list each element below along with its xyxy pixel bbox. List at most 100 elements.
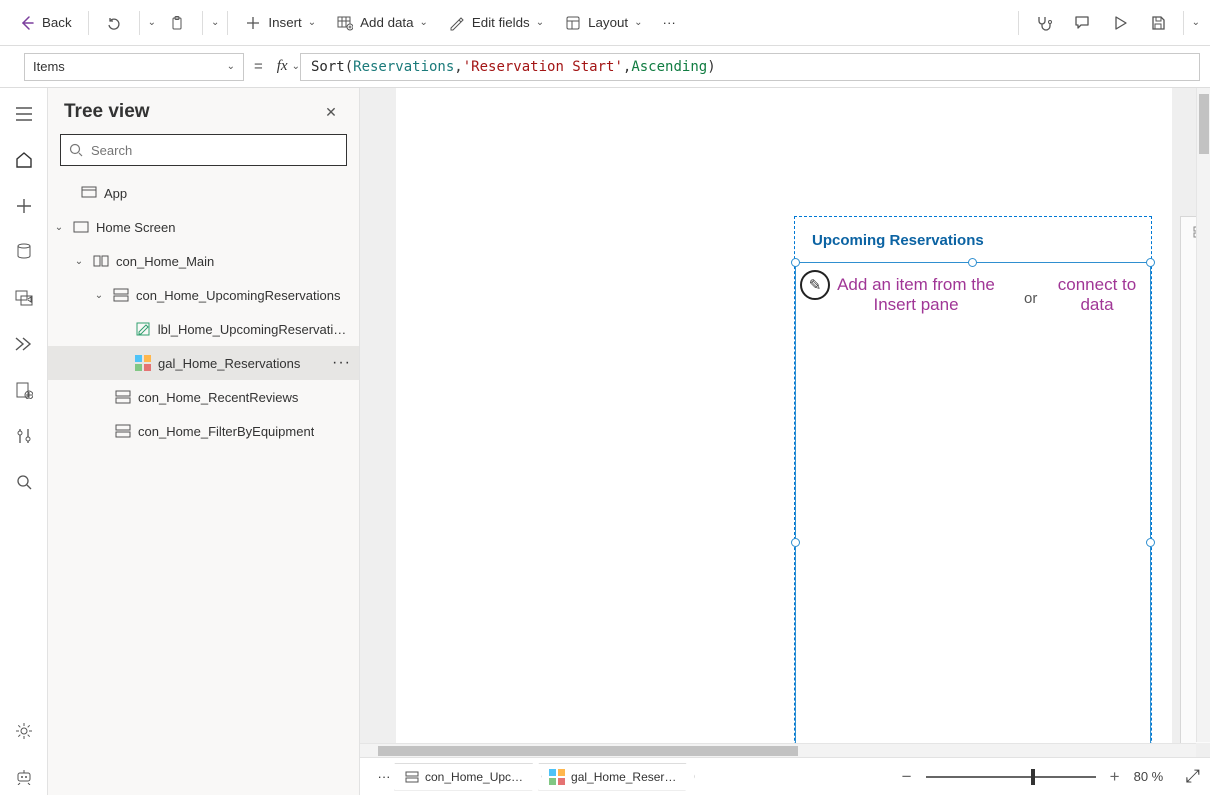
save-button[interactable] — [1141, 7, 1175, 39]
container-icon — [114, 388, 132, 406]
edit-fields-label: Edit fields — [472, 15, 530, 30]
layout-button[interactable]: Layout ⌄ — [556, 7, 650, 39]
resize-handle[interactable] — [791, 538, 800, 547]
close-panel-button[interactable]: ✕ — [319, 100, 343, 124]
tree-item-con-filter[interactable]: con_Home_FilterByEquipment — [48, 414, 359, 448]
zoom-slider[interactable] — [926, 776, 1096, 778]
canvas-area: Upcoming Reservations ✎ Add an item from… — [360, 88, 1210, 795]
tree-item-label: con_Home_FilterByEquipment — [138, 424, 314, 439]
more-icon[interactable]: ··· — [332, 354, 351, 372]
variables-button[interactable] — [6, 372, 42, 408]
chevron-down-icon: ⌄ — [634, 17, 642, 28]
stethoscope-icon — [1035, 14, 1053, 32]
chevron-down-icon: ⌄ — [52, 222, 66, 233]
more-menu-button[interactable]: ··· — [655, 7, 684, 39]
back-label: Back — [42, 15, 72, 30]
plus-icon — [244, 14, 262, 32]
save-icon — [1149, 14, 1167, 32]
preview-button[interactable] — [1103, 7, 1137, 39]
virtual-agent-button[interactable] — [6, 759, 42, 795]
app-icon — [80, 184, 98, 202]
label-icon — [134, 320, 152, 338]
container-icon — [112, 286, 130, 304]
tree-search-box[interactable] — [60, 134, 347, 166]
back-button[interactable]: Back — [10, 7, 80, 39]
media-pane-button[interactable] — [6, 280, 42, 316]
breadcrumb-item[interactable]: gal_Home_Reser… — [538, 763, 695, 791]
horizontal-scrollbar[interactable] — [360, 743, 1196, 757]
health-check-button[interactable] — [1027, 7, 1061, 39]
edit-fields-button[interactable]: Edit fields ⌄ — [440, 7, 552, 39]
comment-icon — [1073, 14, 1091, 32]
data-grid-icon — [336, 14, 354, 32]
left-rail — [0, 88, 48, 795]
layout-icon — [564, 14, 582, 32]
add-data-label: Add data — [360, 15, 413, 30]
search-pane-button[interactable] — [6, 464, 42, 500]
tree-item-con-upcoming[interactable]: ⌄ con_Home_UpcomingReservations — [48, 278, 359, 312]
hamburger-button[interactable] — [6, 96, 42, 132]
zoom-in-button[interactable]: + — [1106, 767, 1124, 787]
tree-item-con-recent[interactable]: con_Home_RecentReviews — [48, 380, 359, 414]
settings-button[interactable] — [6, 713, 42, 749]
data-pane-button[interactable] — [6, 234, 42, 270]
top-toolbar: Back ⌄ ⌄ Insert ⌄ Add data ⌄ Edit fields… — [0, 0, 1210, 46]
layout-label: Layout — [588, 15, 628, 30]
canvas-viewport[interactable]: Upcoming Reservations ✎ Add an item from… — [360, 88, 1210, 743]
chevron-down-icon: ⌄ — [92, 290, 106, 301]
advanced-tools-button[interactable] — [6, 418, 42, 454]
breadcrumb-label: con_Home_Upc… — [425, 770, 523, 784]
insert-pane-button[interactable] — [6, 188, 42, 224]
formula-input[interactable]: Sort(Reservations, 'Reservation Start', … — [300, 53, 1200, 81]
tree-item-lbl-upcoming[interactable]: lbl_Home_UpcomingReservations — [48, 312, 359, 346]
tree-item-label: App — [104, 186, 127, 201]
breadcrumb-more-button[interactable]: ··· — [370, 769, 398, 784]
status-bar: ··· con_Home_Upc… gal_Home_Reser… − + 80… — [360, 757, 1210, 795]
resize-handle[interactable] — [791, 258, 800, 267]
connect-data-link[interactable]: connect to data — [1050, 275, 1144, 315]
tree-item-gal-reservations[interactable]: gal_Home_Reservations ··· — [48, 346, 359, 380]
gallery-icon — [134, 354, 152, 372]
property-dropdown[interactable]: Items ⌄ — [24, 53, 244, 81]
tree-item-home-screen[interactable]: ⌄ Home Screen — [48, 210, 359, 244]
tree-title: Tree view — [64, 101, 150, 123]
tree-item-label: con_Home_RecentReviews — [138, 390, 298, 405]
vertical-scrollbar[interactable] — [1196, 88, 1210, 742]
chevron-down-icon[interactable]: ⌄ — [211, 17, 219, 28]
zoom-out-button[interactable]: − — [898, 767, 916, 787]
resize-handle[interactable] — [968, 258, 977, 267]
chevron-down-icon[interactable]: ⌄ — [148, 17, 156, 28]
chevron-down-icon: ⌄ — [308, 17, 316, 28]
comments-button[interactable] — [1065, 7, 1099, 39]
tree-item-app[interactable]: App — [48, 176, 359, 210]
tree-item-label: con_Home_UpcomingReservations — [136, 288, 341, 303]
chevron-down-icon[interactable]: ⌄ — [1192, 17, 1200, 28]
tree-search-input[interactable] — [91, 143, 338, 158]
resize-handle[interactable] — [1146, 538, 1155, 547]
arrow-left-icon — [18, 14, 36, 32]
resize-handle[interactable] — [1146, 258, 1155, 267]
search-icon — [69, 143, 83, 157]
slider-knob[interactable] — [1031, 769, 1035, 785]
paste-button[interactable] — [160, 7, 194, 39]
property-name: Items — [33, 59, 65, 74]
tree-item-con-home-main[interactable]: ⌄ con_Home_Main — [48, 244, 359, 278]
fit-to-screen-button[interactable]: ⤢ — [1186, 766, 1200, 787]
tree-item-label: Home Screen — [96, 220, 175, 235]
tree-view-button[interactable] — [6, 142, 42, 178]
breadcrumb-label: gal_Home_Reser… — [571, 770, 676, 784]
power-automate-button[interactable] — [6, 326, 42, 362]
chevron-down-icon[interactable]: ⌄ — [292, 61, 300, 72]
gallery-selection-outline[interactable] — [795, 262, 1151, 743]
container-icon — [92, 252, 110, 270]
edit-gallery-button[interactable]: ✎ — [800, 270, 830, 300]
insert-hint-text: Add an item from the Insert pane — [830, 275, 1002, 315]
hint-or-text: or — [1024, 290, 1037, 307]
add-data-button[interactable]: Add data ⌄ — [328, 7, 436, 39]
tree-item-label: lbl_Home_UpcomingReservations — [158, 322, 351, 337]
breadcrumb-item[interactable]: con_Home_Upc… — [394, 763, 542, 791]
gallery-icon — [549, 769, 565, 785]
insert-button[interactable]: Insert ⌄ — [236, 7, 324, 39]
undo-button[interactable] — [97, 7, 131, 39]
undo-icon — [105, 14, 123, 32]
